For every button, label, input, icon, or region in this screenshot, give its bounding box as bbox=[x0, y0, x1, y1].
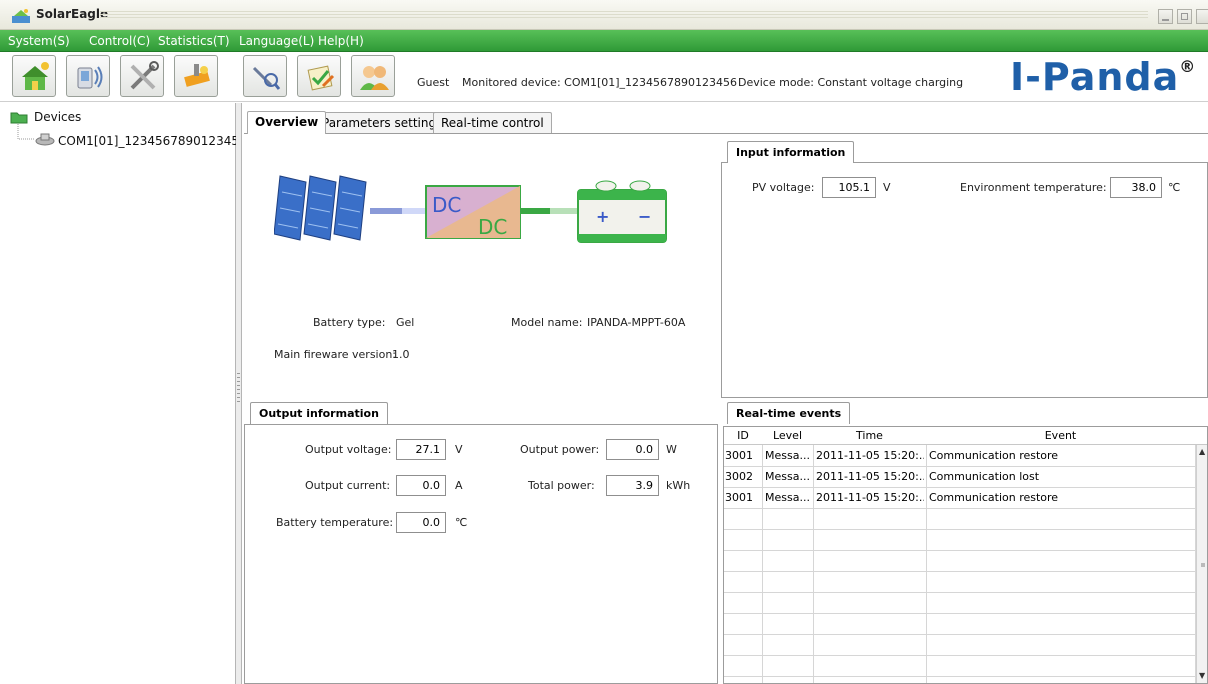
dc-label-top: DC bbox=[432, 193, 461, 217]
model-name-value: IPANDA-MPPT-60A bbox=[587, 316, 686, 329]
minimize-icon bbox=[1162, 19, 1169, 21]
connect-icon bbox=[77, 66, 103, 89]
app-icon bbox=[12, 9, 30, 23]
tool-search-icon bbox=[252, 66, 281, 90]
device-icon bbox=[35, 133, 55, 146]
tools-icon bbox=[130, 61, 159, 90]
pv-voltage-unit: V bbox=[883, 181, 891, 194]
close-button[interactable] bbox=[1196, 9, 1208, 24]
menu-system[interactable]: System(S) bbox=[8, 34, 70, 48]
devices-folder-icon bbox=[10, 112, 28, 124]
battery-temperature-field: 0.0 bbox=[396, 512, 446, 533]
output-voltage-unit: V bbox=[455, 443, 463, 456]
toolbar: Guest Monitored device: COM1[01]_1234567… bbox=[0, 52, 1208, 102]
solar-system-button[interactable] bbox=[174, 55, 218, 97]
title-bar: SolarEagle bbox=[0, 0, 1208, 30]
menu-language[interactable]: Language(L) bbox=[239, 34, 314, 48]
tab-parameters-setting[interactable]: Parameters setting bbox=[314, 112, 445, 134]
minimize-button[interactable] bbox=[1158, 9, 1173, 24]
environment-temperature-field: 38.0 bbox=[1110, 177, 1162, 198]
firmware-version-value: 1.0 bbox=[392, 348, 410, 361]
output-information-panel bbox=[244, 424, 718, 684]
report-button[interactable] bbox=[297, 55, 341, 97]
battery-temperature-label: Battery temperature: bbox=[276, 516, 394, 529]
real-time-events-table: ID Level Time Event 3001 Messa... 2011-1… bbox=[723, 426, 1208, 684]
table-header: ID Level Time Event bbox=[724, 427, 1207, 445]
tree-root-devices[interactable]: Devices bbox=[34, 110, 81, 124]
system-diagram: DC DC + − bbox=[274, 175, 667, 243]
tool-search-button[interactable] bbox=[243, 55, 287, 97]
environment-temperature-label: Environment temperature: bbox=[960, 181, 1107, 194]
menu-bar: System(S) Control(C) Statistics(T) Langu… bbox=[0, 30, 1208, 52]
scroll-down-icon[interactable]: ▼ bbox=[1199, 671, 1205, 680]
environment-temperature-unit: ℃ bbox=[1168, 181, 1181, 194]
home-icon bbox=[22, 62, 49, 90]
output-voltage-field: 27.1 bbox=[396, 439, 446, 460]
splitter-grip bbox=[237, 373, 240, 403]
scroll-thumb[interactable] bbox=[1201, 563, 1205, 567]
output-power-field: 0.0 bbox=[606, 439, 659, 460]
firmware-version-label: Main fireware version: bbox=[274, 348, 397, 361]
users-icon bbox=[360, 66, 389, 90]
output-power-unit: W bbox=[666, 443, 677, 456]
battery-temperature-unit: ℃ bbox=[455, 516, 468, 529]
current-user: Guest bbox=[417, 76, 450, 89]
real-time-events-title: Real-time events bbox=[727, 402, 851, 424]
svg-text:+: + bbox=[596, 207, 609, 226]
column-header-id[interactable]: ID bbox=[724, 429, 762, 442]
total-power-label: Total power: bbox=[528, 479, 595, 492]
output-current-label: Output current: bbox=[305, 479, 391, 492]
tab-real-time-control[interactable]: Real-time control bbox=[433, 112, 552, 134]
menu-control[interactable]: Control(C) bbox=[89, 34, 150, 48]
battery-icon: + − bbox=[577, 180, 667, 243]
scroll-up-icon[interactable]: ▲ bbox=[1199, 447, 1205, 456]
battery-type-value: Gel bbox=[396, 316, 415, 329]
pv-voltage-field: 105.1 bbox=[822, 177, 876, 198]
output-information-title: Output information bbox=[250, 402, 388, 424]
connect-button[interactable] bbox=[66, 55, 110, 97]
solar-system-icon bbox=[184, 64, 210, 87]
output-power-label: Output power: bbox=[520, 443, 600, 456]
solar-panel-icon bbox=[274, 175, 367, 241]
column-header-level[interactable]: Level bbox=[762, 429, 813, 442]
device-tree: Devices COM1[01]_1234567890123456 bbox=[0, 103, 247, 684]
tab-overview[interactable]: Overview bbox=[247, 111, 327, 134]
input-information-title: Input information bbox=[727, 141, 855, 163]
window-title: SolarEagle bbox=[36, 7, 109, 21]
report-icon bbox=[307, 65, 335, 91]
events-scrollbar[interactable]: ▲ ▼ bbox=[1196, 445, 1207, 683]
menu-statistics[interactable]: Statistics(T) bbox=[158, 34, 230, 48]
pv-voltage-label: PV voltage: bbox=[752, 181, 815, 194]
monitored-device-status: Monitored device: COM1[01]_1234567890123… bbox=[462, 76, 738, 89]
svg-text:−: − bbox=[638, 207, 651, 226]
dc-label-bottom: DC bbox=[478, 215, 507, 239]
device-mode-status: Device mode: Constant voltage charging bbox=[738, 76, 964, 89]
brand-logo: I-Panda® bbox=[1010, 55, 1197, 99]
total-power-field: 3.9 bbox=[606, 475, 659, 496]
title-bar-grip bbox=[100, 11, 1148, 19]
output-current-unit: A bbox=[455, 479, 463, 492]
menu-help[interactable]: Help(H) bbox=[318, 34, 364, 48]
tab-strip-border bbox=[244, 133, 1208, 134]
output-current-field: 0.0 bbox=[396, 475, 446, 496]
maximize-icon bbox=[1181, 13, 1188, 20]
total-power-unit: kWh bbox=[666, 479, 691, 492]
battery-type-label: Battery type: bbox=[313, 316, 386, 329]
model-name-label: Model name: bbox=[511, 316, 583, 329]
maximize-button[interactable] bbox=[1177, 9, 1192, 24]
home-button[interactable] bbox=[12, 55, 56, 97]
tree-item-device[interactable]: COM1[01]_1234567890123456 bbox=[58, 134, 247, 148]
users-button[interactable] bbox=[351, 55, 395, 97]
tools-button[interactable] bbox=[120, 55, 164, 97]
column-header-time[interactable]: Time bbox=[813, 429, 926, 442]
output-voltage-label: Output voltage: bbox=[305, 443, 392, 456]
column-header-event[interactable]: Event bbox=[926, 429, 1195, 442]
